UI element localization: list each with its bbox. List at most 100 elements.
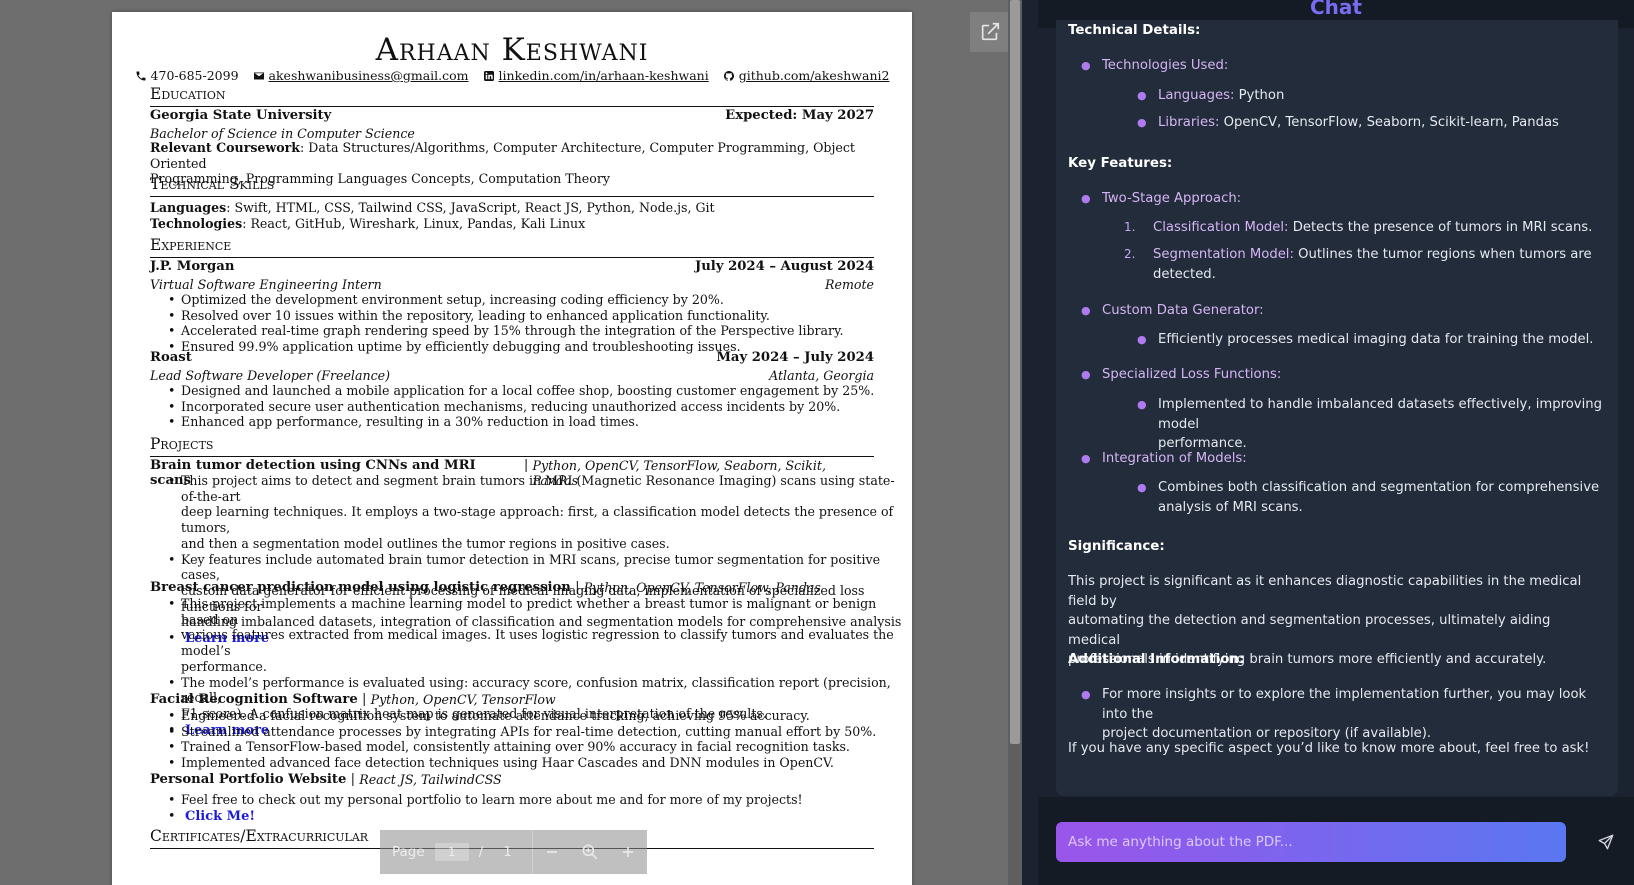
- section-skills-heading: Technical Skills: [150, 174, 874, 197]
- bullet-line: performance.: [181, 658, 267, 674]
- email-link[interactable]: akeshwanibusiness@gmail.com: [269, 68, 469, 83]
- list-item: Streamlined attendance processes by inte…: [168, 724, 905, 740]
- pdf-page: Arhaan Keshwani 470-685-2099 akeshwanibu…: [112, 12, 912, 885]
- chat-panel: Chat Technical Details: ● Technologies Us…: [1038, 0, 1634, 885]
- viewer-scroll-thumb[interactable]: [1010, 0, 1020, 744]
- job-roast-row: Roast May 2024 – July 2024: [150, 350, 874, 365]
- languages-label: Languages:: [1158, 88, 1235, 103]
- skills-block: Languages: Swift, HTML, CSS, Tailwind CS…: [150, 200, 874, 231]
- bullet-dot: ●: [1081, 304, 1091, 317]
- list-item: ● Technologies Used:: [1081, 56, 1229, 76]
- zoom-in-button[interactable]: [609, 830, 647, 874]
- project-title: Facial Recognition Software: [150, 692, 358, 707]
- contact-linkedin[interactable]: linkedin.com/in/arhaan-keshwani: [483, 68, 709, 83]
- page-number-input[interactable]: [434, 843, 469, 861]
- job-role: Lead Software Developer (Freelance): [150, 368, 390, 383]
- send-button[interactable]: [1593, 829, 1619, 855]
- technologies-used-label: Technologies Used:: [1102, 58, 1229, 73]
- contact-github[interactable]: github.com/akeshwani2: [723, 68, 890, 83]
- list-number: 1.: [1124, 220, 1136, 234]
- chat-title: Chat: [1310, 0, 1362, 19]
- languages-label: Languages: [150, 200, 227, 215]
- job-date: July 2024 – August 2024: [694, 259, 874, 274]
- contact-email[interactable]: akeshwanibusiness@gmail.com: [253, 68, 469, 83]
- pdf-viewer[interactable]: Arhaan Keshwani 470-685-2099 akeshwanibu…: [0, 0, 1022, 885]
- segmentation-value: Outlines the tumor regions when tumors a…: [1293, 247, 1592, 262]
- open-external-icon: [981, 22, 1000, 41]
- list-item: Engineered a facial recognition system t…: [168, 708, 905, 724]
- job-date: May 2024 – July 2024: [716, 350, 874, 365]
- plus-icon: [622, 847, 633, 857]
- technologies-label: Technologies: [150, 215, 243, 231]
- job-location: Remote: [825, 277, 874, 292]
- envelope-icon: [253, 72, 264, 79]
- viewer-scrollbar[interactable]: [1008, 0, 1022, 885]
- page-separator: /: [478, 844, 484, 860]
- linkedin-link[interactable]: linkedin.com/in/arhaan-keshwani: [499, 68, 709, 83]
- list-item: ● Combines both classification and segmen…: [1137, 478, 1608, 517]
- github-link[interactable]: github.com/akeshwani2: [739, 68, 890, 83]
- coursework-label: Relevant Coursework: [150, 140, 301, 155]
- bullet-line: Key features include automated brain tum…: [181, 551, 881, 583]
- bullet-dot: ●: [1081, 192, 1091, 205]
- bullet-dot: ●: [1137, 481, 1147, 494]
- paragraph-line: This project is significant as it enhanc…: [1068, 574, 1582, 609]
- school-name: Georgia State University: [150, 108, 332, 123]
- bullet-dot: ●: [1081, 59, 1091, 72]
- classification-value: Detects the presence of tumors in MRI sc…: [1288, 220, 1593, 235]
- resume-name: Arhaan Keshwani: [375, 32, 649, 68]
- bullet-line: and then a segmentation model outlines t…: [181, 535, 670, 551]
- job-roast-role-row: Lead Software Developer (Freelance) Atla…: [150, 368, 874, 383]
- section-projects-heading: Projects: [150, 434, 874, 457]
- project-title-row: Facial Recognition Software | Python, Op…: [150, 692, 874, 707]
- section-experience-heading: Experience: [150, 235, 874, 258]
- significance-heading: Significance:: [1068, 539, 1165, 554]
- chat-input[interactable]: [1056, 822, 1566, 862]
- custom-data-label: Custom Data Generator:: [1102, 303, 1264, 318]
- list-item: Enhanced app performance, resulting in a…: [168, 414, 905, 430]
- bullet-line: various features extracted from medical …: [181, 627, 894, 659]
- languages-value: Python: [1234, 88, 1285, 103]
- project-sep: |: [357, 692, 371, 707]
- pdf-page-controls: Page / 1: [380, 830, 647, 874]
- classification-label: Classification Model:: [1153, 220, 1289, 235]
- bullet-dot: ●: [1081, 368, 1091, 381]
- segmentation-label: Segmentation Model:: [1153, 247, 1294, 262]
- open-external-button[interactable]: [970, 12, 1010, 52]
- languages-value: : Swift, HTML, CSS, Tailwind CSS, JavaSc…: [226, 200, 715, 215]
- list-item: Trained a TensorFlow-based model, consis…: [168, 739, 905, 755]
- additional-info-heading: Additional Information:: [1068, 652, 1245, 667]
- zoom-reset-button[interactable]: [571, 830, 609, 874]
- linkedin-icon: [483, 70, 494, 81]
- send-icon: [1598, 834, 1614, 850]
- degree: Bachelor of Science in Computer Science: [150, 126, 415, 141]
- list-item: ● For more insights or to explore the imp…: [1081, 685, 1602, 744]
- phone-text: 470-685-2099: [150, 68, 239, 83]
- list-item: ● Libraries: OpenCV, TensorFlow, Seaborn,…: [1137, 113, 1559, 133]
- project-bullets: Feel free to check out my personal portf…: [150, 792, 905, 824]
- list-item: Click Me!: [168, 808, 905, 825]
- list-item: 2. Segmentation Model: Outlines the tumor…: [1124, 245, 1593, 284]
- project-bullets: Engineered a facial recognition system t…: [150, 708, 905, 771]
- list-item: Incorporated secure user authentication …: [168, 399, 905, 415]
- project-sep: |: [570, 580, 584, 595]
- job-jpmorgan-bullets: Optimized the development environment se…: [150, 292, 905, 355]
- zoom-out-button[interactable]: [533, 830, 571, 874]
- bullet-dot: ●: [1081, 688, 1091, 701]
- paragraph-line: automating the detection and segmentatio…: [1068, 613, 1551, 648]
- project-stack: React JS, TailwindCSS: [359, 772, 502, 787]
- total-pages: 1: [503, 844, 512, 860]
- bullet-line: This project aims to detect and segment …: [181, 473, 895, 504]
- minus-icon: [546, 851, 557, 853]
- list-item: ● Languages: Python: [1137, 86, 1285, 106]
- section-education-heading: Education: [150, 84, 874, 107]
- bullet-line: deep learning techniques. It employs a t…: [181, 504, 894, 536]
- bullet-dot: ●: [1137, 333, 1147, 346]
- loss-value: Implemented to handle imbalanced dataset…: [1158, 397, 1602, 432]
- list-item: Implemented advanced face detection tech…: [168, 755, 905, 771]
- technologies-value: : React, GitHub, Wireshark, Linux, Panda…: [242, 215, 586, 231]
- degree-row: Bachelor of Science in Computer Science: [150, 126, 874, 141]
- chat-messages[interactable]: Technical Details: ● Technologies Used: ●…: [1056, 20, 1618, 796]
- click-me-link[interactable]: Click Me!: [185, 809, 255, 824]
- two-stage-label: Two-Stage Approach:: [1102, 191, 1242, 206]
